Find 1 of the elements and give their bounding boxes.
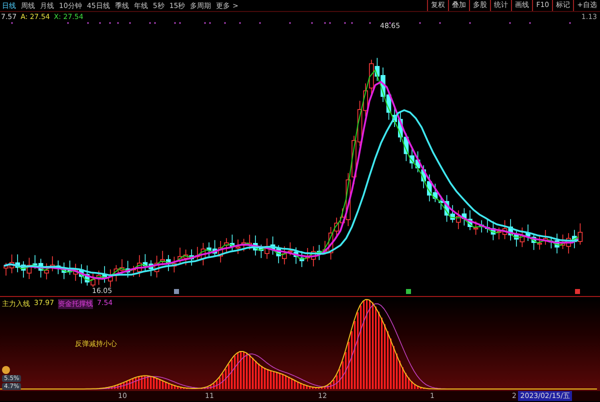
mascot-icon bbox=[2, 366, 10, 374]
